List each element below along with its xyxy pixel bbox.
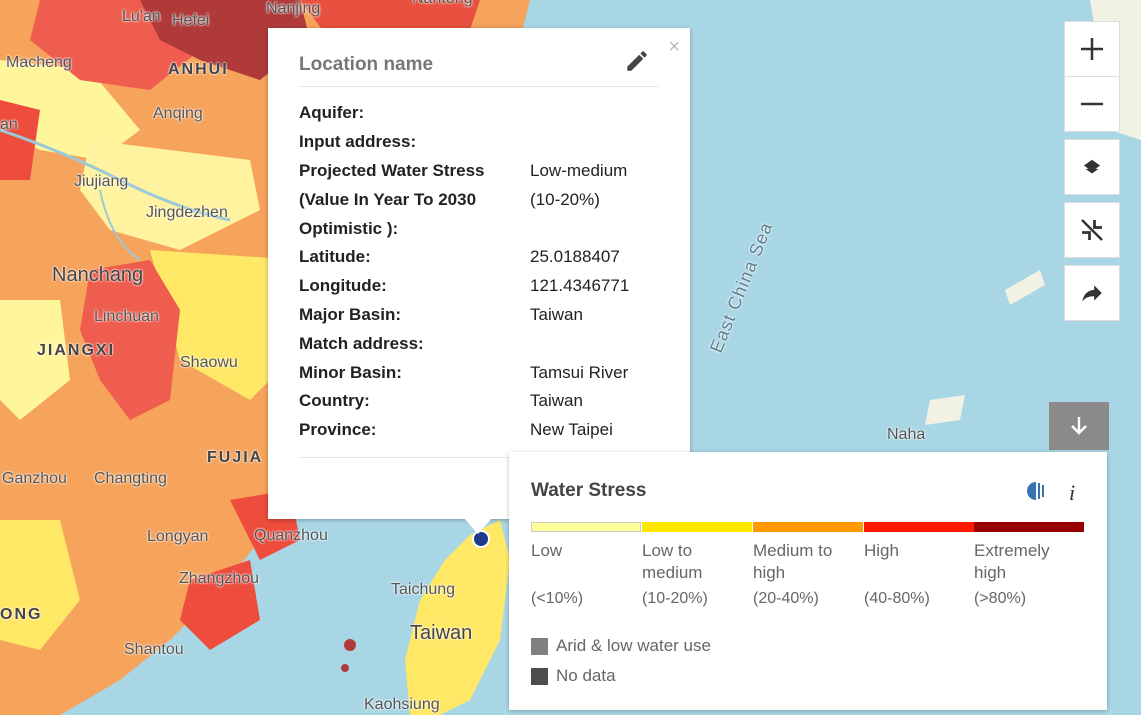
map-label-an: an xyxy=(0,116,18,133)
map-label-jiangxi: JIANGXI xyxy=(37,342,116,359)
legend-label-extremely-high: Extremely high xyxy=(974,541,1050,582)
attr-value-longitude: 121.4346771 xyxy=(530,276,630,295)
map-label-taiwan: Taiwan xyxy=(410,622,473,644)
collapse-button[interactable] xyxy=(1064,202,1120,258)
map-label-shaowu: Shaowu xyxy=(180,354,238,371)
legend-label-low: Low xyxy=(531,541,563,560)
map-label-jingdezhen: Jingdezhen xyxy=(146,204,228,221)
map-label-zhangzhou: Zhangzhou xyxy=(179,570,260,587)
map-label-taichung: Taichung xyxy=(391,581,456,598)
map-label-guangdong: ONG xyxy=(0,606,43,623)
zoom-in-button[interactable] xyxy=(1064,21,1120,77)
legend-swatch-no-data xyxy=(531,667,548,685)
collapse-icon xyxy=(1081,219,1103,241)
legend-range-low: (<10%) xyxy=(531,590,584,607)
map-label-shantou: Shantou xyxy=(124,641,184,658)
map-label-ganzhou: Ganzhou xyxy=(2,470,67,487)
opacity-icon[interactable] xyxy=(1025,480,1047,507)
attr-key-aquifer: Aquifer: xyxy=(299,103,365,122)
attr-key-projected-water-stress-2: (Value In Year To 2030 xyxy=(299,190,477,209)
legend-range-medium-high: (20-40%) xyxy=(753,590,819,607)
attr-key-match-address: Match address: xyxy=(299,334,424,353)
island-penghu xyxy=(344,639,356,651)
map-label-naha: Naha xyxy=(887,426,926,443)
map-label-longyan: Longyan xyxy=(147,528,209,545)
attr-value-major-basin: Taiwan xyxy=(530,305,583,324)
attr-value-province: New Taipei xyxy=(530,420,613,439)
map-label-nanjing: Nanjing xyxy=(266,0,321,17)
layers-button[interactable] xyxy=(1064,139,1120,195)
map-label-quanzhou: Quanzhou xyxy=(254,527,328,544)
attr-key-latitude: Latitude: xyxy=(299,247,371,266)
attr-key-longitude: Longitude: xyxy=(299,276,387,295)
legend-swatch-high xyxy=(864,522,974,532)
map-label-nantong: Nantong xyxy=(412,0,473,8)
popup-title: Location name xyxy=(299,54,434,75)
zoom-out-icon xyxy=(1081,102,1103,106)
arrow-down-icon xyxy=(1071,417,1087,435)
share-icon xyxy=(1082,285,1102,302)
attr-value-projected-water-stress: Low-medium xyxy=(530,161,628,180)
map-label-linchuan: Linchuan xyxy=(94,308,159,325)
attr-value-latitude: 25.0188407 xyxy=(530,247,620,266)
map-label-changting: Changting xyxy=(94,470,167,487)
map-label-jiujiang: Jiujiang xyxy=(74,173,129,190)
legend-range-extremely-high: (>80%) xyxy=(974,590,1027,607)
location-popup: × Location name Aquifer: Input address: … xyxy=(268,28,690,519)
attr-value-country: Taiwan xyxy=(530,391,583,410)
attr-value-minor-basin: Tamsui River xyxy=(530,363,629,382)
legend-item-arid: Arid & low water use xyxy=(531,636,711,656)
legend-label-arid: Arid & low water use xyxy=(556,636,711,655)
close-icon[interactable]: × xyxy=(668,36,680,59)
zoom-in-icon xyxy=(1081,38,1103,60)
legend-toggle-button[interactable] xyxy=(1049,402,1109,450)
attr-key-country: Country: xyxy=(299,391,370,410)
attr-key-major-basin: Major Basin: xyxy=(299,305,402,324)
zoom-out-button[interactable] xyxy=(1064,77,1120,132)
legend-label-low-medium: Low to medium xyxy=(642,541,703,582)
legend-swatch-extremely-high xyxy=(974,522,1084,532)
legend-panel: Water Stress i Low Low to medium Medium … xyxy=(509,452,1107,710)
attr-key-projected-water-stress: Projected Water Stress xyxy=(299,161,485,180)
legend-label-medium-high: Medium to high xyxy=(753,541,833,582)
map-label-macheng: Macheng xyxy=(6,54,72,71)
legend-label-no-data: No data xyxy=(556,666,616,685)
divider xyxy=(299,86,658,87)
legend-swatch-medium-high xyxy=(753,522,863,532)
share-button[interactable] xyxy=(1064,265,1120,321)
legend-swatch-arid xyxy=(531,637,548,655)
map-label-kaohsiung: Kaohsiung xyxy=(364,696,440,713)
info-icon[interactable]: i xyxy=(1069,480,1075,506)
attr-key-projected-water-stress-3: Optimistic ): xyxy=(299,219,399,238)
attr-key-minor-basin: Minor Basin: xyxy=(299,363,402,382)
legend-label-high: High xyxy=(864,541,899,560)
legend-range-high: (40-80%) xyxy=(864,590,930,607)
map-label-anhui: ANHUI xyxy=(168,61,229,78)
map-label-luan: Lu'an xyxy=(122,8,161,25)
attr-value-projected-water-stress-2: (10-20%) xyxy=(530,190,600,209)
map-label-hefei: Hefei xyxy=(172,12,210,29)
legend-title: Water Stress xyxy=(531,480,647,501)
map-label-fujian: FUJIA xyxy=(207,449,264,466)
attr-key-province: Province: xyxy=(299,420,377,439)
popup-pointer xyxy=(464,518,492,534)
layers-icon xyxy=(1083,159,1101,174)
legend-range-low-medium: (10-20%) xyxy=(642,590,708,607)
pencil-icon[interactable] xyxy=(624,48,650,74)
map-controls xyxy=(1064,21,1120,321)
map-label-anqing: Anqing xyxy=(153,105,203,122)
attr-key-input-address: Input address: xyxy=(299,132,417,151)
island-penghu xyxy=(341,664,349,672)
legend-swatch-low xyxy=(531,522,641,532)
legend-swatch-low-medium xyxy=(642,522,752,532)
legend-item-no-data: No data xyxy=(531,666,616,686)
map-label-nanchang: Nanchang xyxy=(52,264,144,286)
